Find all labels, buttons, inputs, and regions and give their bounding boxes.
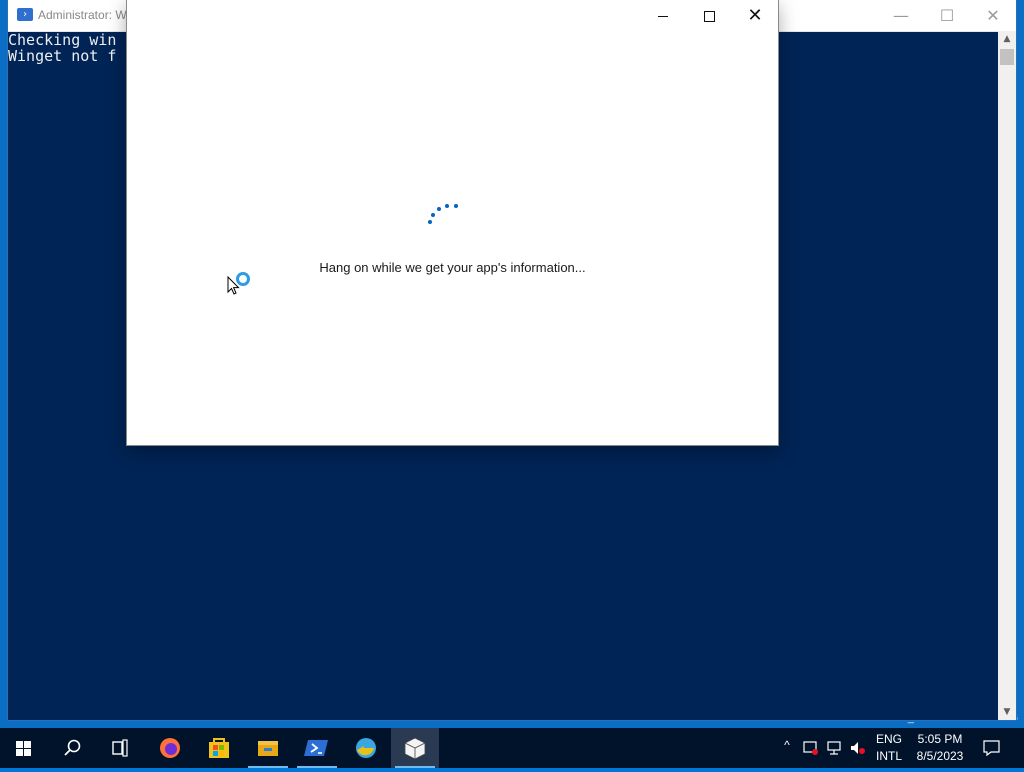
taskbar-firefox[interactable] xyxy=(146,728,194,768)
taskbar: ^ ENG INTL 5:05 PM 8/5/2023 xyxy=(0,728,1024,768)
taskbar-edge[interactable] xyxy=(342,728,390,768)
loading-message: Hang on while we get your app's informat… xyxy=(319,260,586,275)
busy-cursor-icon xyxy=(236,272,250,286)
powershell-icon: › xyxy=(17,8,33,21)
folder-icon xyxy=(258,741,278,756)
package-icon xyxy=(404,737,426,760)
installer-close-button[interactable]: ✕ xyxy=(732,0,778,32)
clock-time: 5:05 PM xyxy=(917,732,963,746)
show-hidden-icons-icon[interactable]: ^ xyxy=(778,738,796,752)
keyboard-layout: INTL xyxy=(875,749,902,763)
language-indicator[interactable]: ENG INTL xyxy=(873,731,905,765)
powershell-minimize-button[interactable]: — xyxy=(878,0,924,31)
taskbar-store[interactable] xyxy=(195,728,243,768)
taskbar-app-installer[interactable] xyxy=(391,728,439,768)
action-center-icon[interactable] xyxy=(982,739,1002,757)
app-installer-window[interactable]: ✕ Hang on while we get your app's inform… xyxy=(127,0,778,445)
installer-minimize-button[interactable] xyxy=(640,0,686,32)
powershell-maximize-button[interactable]: ☐ xyxy=(924,0,970,31)
installer-maximize-button[interactable] xyxy=(686,0,732,32)
windows-logo-icon xyxy=(16,741,31,756)
search-icon xyxy=(64,739,81,756)
language-code: ENG xyxy=(875,732,902,746)
start-button[interactable] xyxy=(0,728,48,768)
firefox-icon xyxy=(160,738,180,758)
network-icon[interactable] xyxy=(826,739,844,757)
scroll-thumb[interactable] xyxy=(1000,49,1014,65)
scroll-down-icon[interactable]: ▼ xyxy=(998,704,1016,720)
taskbar-powershell[interactable] xyxy=(293,728,341,768)
powershell-title: Administrator: W xyxy=(38,8,127,22)
taskbar-file-explorer[interactable] xyxy=(244,728,292,768)
defender-icon[interactable] xyxy=(802,739,820,757)
task-view-button[interactable] xyxy=(96,728,144,768)
store-icon xyxy=(209,738,229,758)
scroll-up-icon[interactable]: ▲ xyxy=(998,31,1016,47)
clock-date: 8/5/2023 xyxy=(916,749,964,763)
edge-icon xyxy=(356,738,376,758)
powershell-close-button[interactable]: ✕ xyxy=(970,0,1016,31)
powershell-scrollbar[interactable]: ▲ ▼ xyxy=(998,31,1016,720)
task-view-icon xyxy=(112,739,128,757)
volume-muted-icon[interactable] xyxy=(849,739,867,757)
system-clock[interactable]: 5:05 PM 8/5/2023 xyxy=(910,731,970,765)
search-button[interactable] xyxy=(48,728,96,768)
loading-spinner-icon xyxy=(425,200,465,230)
powershell-icon xyxy=(304,740,328,756)
